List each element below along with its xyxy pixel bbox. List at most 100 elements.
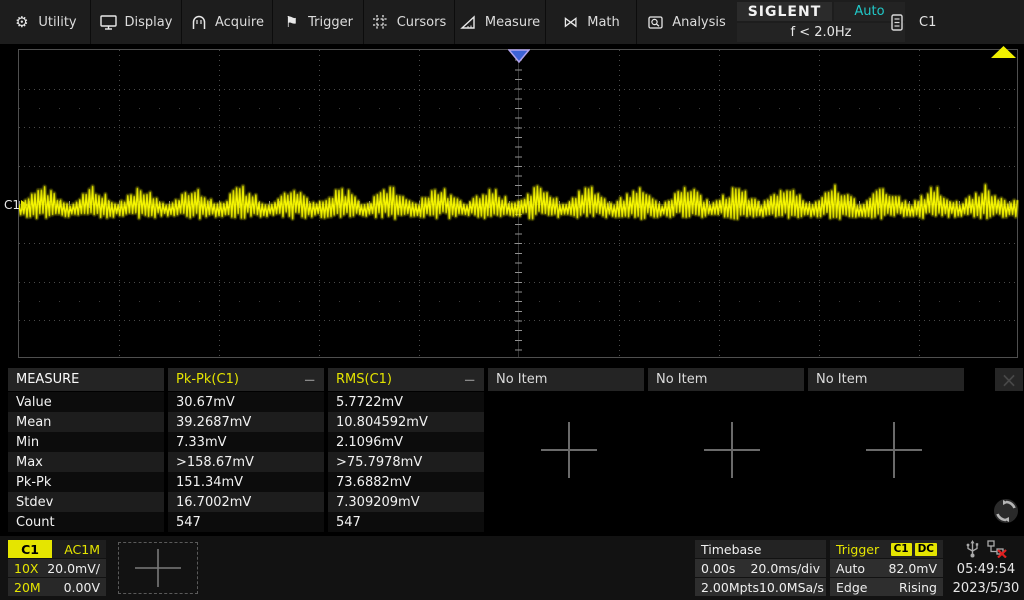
timebase-points: 2.00Mpts [701, 580, 759, 595]
status-cluster: SIGLENT Auto f < 2.0Hz [737, 2, 905, 42]
acquisition-status-text: Auto [854, 4, 884, 19]
set-square-icon [460, 14, 477, 31]
menu-measure[interactable]: Measure [455, 0, 546, 44]
menu-utility[interactable]: ⚙ Utility [0, 0, 91, 44]
menu-trigger-label: Trigger [308, 15, 353, 30]
channel1-descriptor[interactable]: C1 AC1M 10X 20.0mV/ 20M 0.00V [8, 540, 106, 596]
menu-display-label: Display [125, 15, 173, 30]
frequency-readout: f < 2.0Hz [790, 25, 851, 40]
trigger-level-marker[interactable] [990, 46, 1017, 59]
measure-col-empty-3[interactable]: No Item [808, 368, 964, 391]
table-row-stdev: Stdev 16.7002mV 7.309209mV [8, 492, 484, 512]
measure-header: MEASURE Pk-Pk(C1) − RMS(C1) − No Item No… [8, 368, 964, 392]
monitor-icon [100, 14, 117, 31]
measure-col-rms-label: RMS(C1) [336, 372, 392, 387]
menu-math[interactable]: ⋈ Math [546, 0, 637, 44]
reset-statistics-icon[interactable] [992, 497, 1020, 525]
remove-measurement-icon[interactable]: − [463, 375, 476, 385]
row-value: 2.1096mV [328, 432, 484, 452]
trigger-title: Trigger [836, 542, 879, 557]
menu-display[interactable]: Display [91, 0, 182, 44]
measure-col-rms[interactable]: RMS(C1) − [328, 368, 484, 391]
magnifier-box-icon [647, 14, 664, 31]
measure-title: MEASURE [8, 368, 164, 391]
measure-col-empty-2[interactable]: No Item [648, 368, 804, 391]
row-value: 10.804592mV [328, 412, 484, 432]
brand-text: SIGLENT [748, 4, 822, 20]
row-value: 73.6882mV [328, 472, 484, 492]
table-row-max: Max >158.67mV >75.7978mV [8, 452, 484, 472]
channel-list-button[interactable]: C1 [885, 0, 942, 44]
row-value: >75.7978mV [328, 452, 484, 472]
measure-col-pkpk[interactable]: Pk-Pk(C1) − [168, 368, 324, 391]
brand-logo: SIGLENT [737, 2, 832, 21]
measure-col-empty-2-label: No Item [656, 372, 707, 387]
menu-analysis-label: Analysis [672, 15, 726, 30]
table-row-value: Value 30.67mV 5.7722mV [8, 392, 484, 412]
measure-col-empty-1[interactable]: No Item [488, 368, 644, 391]
trigger-level: 82.0mV [888, 561, 937, 576]
row-value: 5.7722mV [328, 392, 484, 412]
channel1-badge: C1 [8, 540, 52, 558]
row-value: 30.67mV [168, 392, 324, 412]
list-icon [891, 14, 903, 31]
measure-col-empty-1-label: No Item [496, 372, 547, 387]
waveform-display[interactable]: C1 [0, 44, 1024, 364]
system-status: 05:49:54 2023/5/30 [950, 538, 1022, 598]
flag-icon: ⚑ [283, 14, 300, 31]
close-icon[interactable]: × [995, 368, 1023, 391]
trigger-position-marker[interactable] [508, 49, 530, 63]
table-row-mean: Mean 39.2687mV 10.804592mV [8, 412, 484, 432]
measure-panel: MEASURE Pk-Pk(C1) − RMS(C1) − No Item No… [0, 364, 1024, 536]
row-value: >158.67mV [168, 452, 324, 472]
add-measurement-button[interactable] [541, 422, 597, 478]
row-label: Count [8, 512, 164, 532]
bottom-status-bar: C1 AC1M 10X 20.0mV/ 20M 0.00V Timebase 0… [0, 536, 1024, 600]
timebase-descriptor[interactable]: Timebase 0.00s 20.0ms/div 2.00Mpts 10.0M… [695, 540, 826, 596]
timebase-delay: 0.00s [701, 561, 735, 576]
add-measurement-button[interactable] [866, 422, 922, 478]
table-row-count: Count 547 547 [8, 512, 484, 532]
add-measurement-button[interactable] [704, 422, 760, 478]
graticule-frame: C1 [18, 49, 1018, 358]
row-value: 547 [328, 512, 484, 532]
measure-col-empty-3-label: No Item [816, 372, 867, 387]
row-value: 7.309209mV [328, 492, 484, 512]
row-value: 39.2687mV [168, 412, 324, 432]
timebase-sample-rate: 10.0MSa/s [759, 580, 824, 595]
menu-cursors-label: Cursors [397, 15, 447, 30]
row-value: 151.34mV [168, 472, 324, 492]
channel1-bandwidth: 20M [14, 580, 41, 595]
trigger-slope: Rising [899, 580, 937, 595]
remove-measurement-icon[interactable]: − [303, 375, 316, 385]
channel1-offset: 0.00V [64, 580, 100, 595]
add-channel-button[interactable] [118, 542, 198, 594]
row-value: 7.33mV [168, 432, 324, 452]
menu-trigger[interactable]: ⚑ Trigger [273, 0, 364, 44]
row-label: Max [8, 452, 164, 472]
timebase-scale: 20.0ms/div [750, 561, 820, 576]
measure-col-pkpk-label: Pk-Pk(C1) [176, 372, 239, 387]
frequency-counter: f < 2.0Hz [737, 23, 905, 42]
bowtie-icon: ⋈ [562, 14, 579, 31]
row-value: 547 [168, 512, 324, 532]
gear-icon: ⚙ [13, 14, 30, 31]
clock-time: 05:49:54 [957, 560, 1015, 579]
menu-measure-label: Measure [485, 15, 540, 30]
measure-stats-table: Value 30.67mV 5.7722mV Mean 39.2687mV 10… [8, 392, 484, 532]
menu-acquire[interactable]: Acquire [182, 0, 273, 44]
menu-cursors[interactable]: Cursors [364, 0, 455, 44]
plus-icon [119, 543, 197, 593]
row-label: Min [8, 432, 164, 452]
channel1-zero-marker[interactable]: C1 [4, 198, 28, 212]
trigger-descriptor[interactable]: Trigger C1 DC Auto 82.0mV Edge Rising [830, 540, 943, 596]
usb-icon [966, 540, 979, 558]
menu-analysis[interactable]: Analysis [637, 0, 736, 44]
row-label: Pk-Pk [8, 472, 164, 492]
table-row-pkpk: Pk-Pk 151.34mV 73.6882mV [8, 472, 484, 492]
clock-date: 2023/5/30 [953, 579, 1020, 598]
menu-math-label: Math [587, 15, 620, 30]
trigger-coupling-badge: DC [915, 543, 937, 556]
trigger-type: Edge [836, 580, 867, 595]
oscilloscope-screen: ⚙ Utility Display Acquire ⚑ Trigger Curs… [0, 0, 1024, 600]
